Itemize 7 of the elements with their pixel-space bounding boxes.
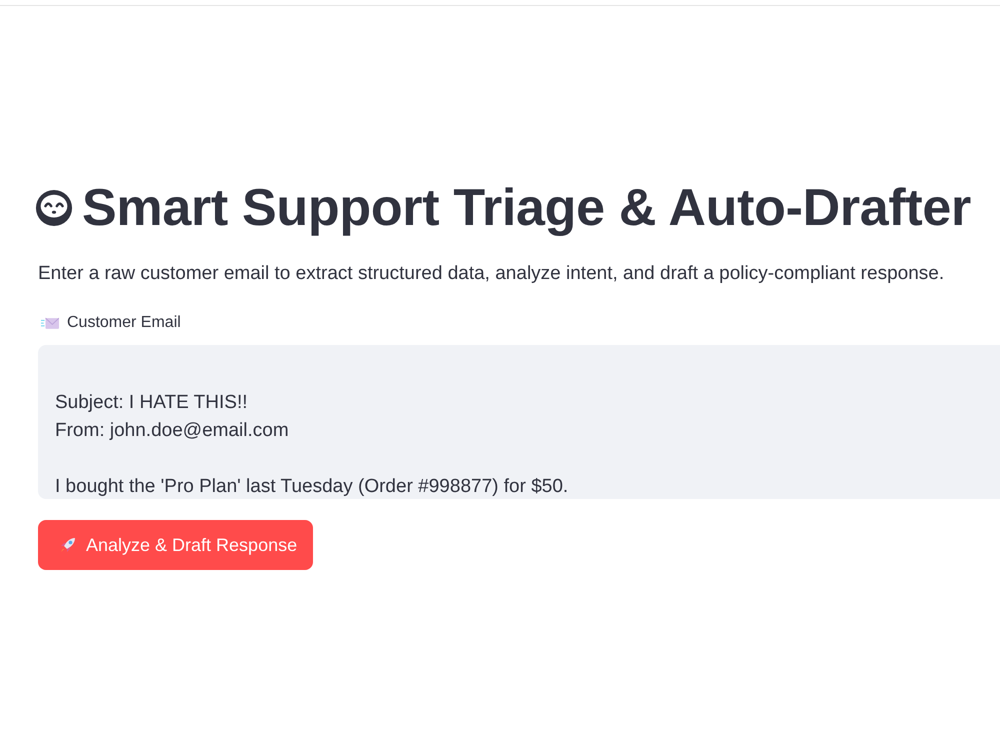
envelope-icon — [41, 316, 59, 330]
robot-face-icon — [35, 189, 73, 227]
page-description: Enter a raw customer email to extract structured data, analyze intent, and draft a policy-compliant response. — [38, 262, 946, 286]
page-title: Smart Support Triage & Auto-Drafter — [82, 178, 971, 239]
email-text-area[interactable]: Subject: I HATE THIS!! From: john.doe@email.com I bought the 'Pro Plan' last Tuesday (Order #998877) for $50. — [38, 345, 1000, 499]
field-label: Customer Email — [67, 313, 181, 333]
rocket-icon — [58, 535, 78, 555]
